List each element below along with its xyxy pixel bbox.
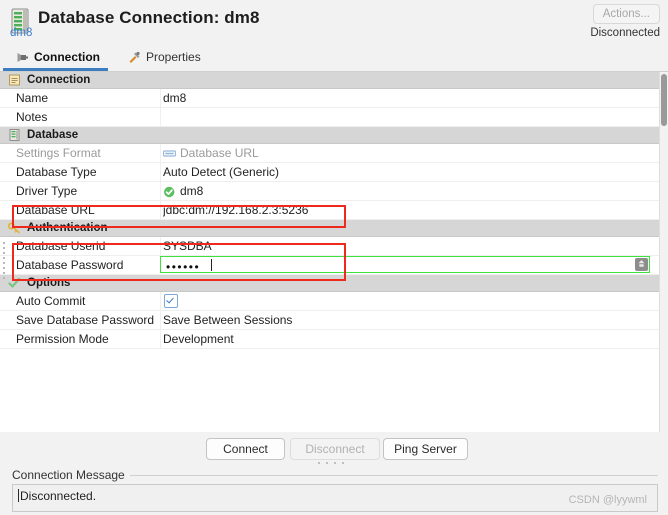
section-label: Connection bbox=[27, 74, 91, 86]
database-icon bbox=[8, 129, 21, 141]
password-reveal-button[interactable] bbox=[635, 258, 648, 271]
watermark: CSDN @lyywml bbox=[568, 494, 647, 506]
field-row-database-type[interactable]: Database Type Auto Detect (Generic) bbox=[0, 163, 668, 182]
tab-properties[interactable]: Properties bbox=[118, 44, 211, 70]
section-label: Database bbox=[27, 129, 79, 141]
tab-bar: Connection Properties bbox=[0, 44, 668, 72]
settings-format-value: Database URL bbox=[180, 146, 259, 160]
field-label: Driver Type bbox=[16, 184, 78, 198]
tab-properties-label: Properties bbox=[146, 50, 201, 64]
section-header-authentication[interactable]: Authentication bbox=[0, 220, 668, 237]
password-masked-value: •••••• bbox=[166, 260, 201, 274]
field-row-permission-mode[interactable]: Permission Mode Development bbox=[0, 330, 668, 349]
field-label: Auto Commit bbox=[16, 294, 86, 308]
plug-icon bbox=[16, 51, 29, 64]
name-value: dm8 bbox=[163, 91, 187, 105]
field-row-driver-type[interactable]: Driver Type dm8 bbox=[0, 182, 668, 201]
permission-mode-value: Development bbox=[163, 332, 234, 346]
field-label: Notes bbox=[16, 110, 48, 124]
field-row-settings-format[interactable]: Settings Format Database URL bbox=[0, 144, 668, 163]
database-url-value: jdbc:dm://192.168.2.3:5236 bbox=[163, 203, 309, 217]
save-database-password-value: Save Between Sessions bbox=[163, 313, 293, 327]
connection-message-text: Disconnected. bbox=[20, 489, 97, 503]
disconnect-button: Disconnect bbox=[290, 438, 380, 460]
database-userid-value: SYSDBA bbox=[163, 239, 212, 253]
grid-scrollbar-track[interactable] bbox=[659, 72, 668, 432]
field-row-name[interactable]: Name dm8 bbox=[0, 89, 668, 108]
field-value-cell[interactable] bbox=[160, 108, 650, 126]
actions-button[interactable]: Actions... bbox=[592, 4, 660, 24]
section-label: Authentication bbox=[27, 222, 108, 234]
action-button-row: Connect Disconnect Ping Server bbox=[0, 438, 650, 462]
database-password-input[interactable]: •••••• bbox=[160, 256, 650, 274]
text-caret bbox=[211, 259, 212, 271]
tab-connection-label: Connection bbox=[34, 50, 100, 64]
checkmark-icon bbox=[8, 277, 21, 289]
field-label: Database Password bbox=[16, 258, 124, 272]
field-label: Name bbox=[16, 91, 49, 105]
key-icon bbox=[7, 222, 21, 234]
field-label: Save Database Password bbox=[16, 313, 155, 327]
database-connection-panel: Database Connection: dm8 Actions... dm8 … bbox=[0, 0, 668, 515]
field-row-database-password[interactable]: Database Password •••••• bbox=[0, 256, 668, 275]
field-row-save-database-password[interactable]: Save Database Password Save Between Sess… bbox=[0, 311, 668, 330]
field-row-auto-commit[interactable]: Auto Commit bbox=[0, 292, 668, 311]
field-label: Settings Format bbox=[16, 146, 101, 160]
database-type-value: Auto Detect (Generic) bbox=[163, 165, 280, 179]
breadcrumb[interactable]: dm8 bbox=[10, 27, 32, 39]
grid-split-handle[interactable] bbox=[3, 242, 6, 282]
connection-message-box[interactable]: Disconnected. CSDN @lyywml bbox=[12, 484, 658, 512]
page-title: Database Connection: dm8 bbox=[38, 8, 260, 27]
section-label: Options bbox=[27, 277, 71, 289]
field-label: Database Type bbox=[16, 165, 97, 179]
green-check-icon bbox=[163, 185, 176, 198]
grid-scrollbar-thumb[interactable] bbox=[661, 74, 667, 126]
field-row-database-url[interactable]: Database URL jdbc:dm://192.168.2.3:5236 bbox=[0, 201, 668, 220]
section-header-connection[interactable]: Connection bbox=[0, 72, 668, 89]
status-badge: Disconnected bbox=[590, 27, 660, 39]
field-row-notes[interactable]: Notes bbox=[0, 108, 668, 127]
section-header-database[interactable]: Database bbox=[0, 127, 668, 144]
field-row-database-userid[interactable]: Database Userid SYSDBA bbox=[0, 237, 668, 256]
ping-server-button[interactable]: Ping Server bbox=[383, 438, 468, 460]
section-header-options[interactable]: Options bbox=[0, 275, 668, 292]
field-label: Permission Mode bbox=[16, 332, 109, 346]
auto-commit-checkbox[interactable] bbox=[164, 294, 178, 308]
connect-button[interactable]: Connect bbox=[206, 438, 285, 460]
note-icon bbox=[8, 74, 21, 86]
property-grid: Connection Name dm8 Notes Database Setti… bbox=[0, 72, 668, 432]
text-caret bbox=[18, 489, 19, 502]
field-value-cell[interactable] bbox=[160, 292, 650, 310]
connection-message-label: Connection Message bbox=[12, 468, 130, 482]
driver-type-value: dm8 bbox=[180, 184, 204, 198]
vertical-split-handle[interactable] bbox=[318, 462, 344, 466]
active-tab-indicator bbox=[3, 68, 108, 71]
tab-connection[interactable]: Connection bbox=[6, 44, 110, 70]
panel-header: Database Connection: dm8 Actions... dm8 … bbox=[0, 0, 668, 44]
tools-icon bbox=[128, 51, 141, 64]
field-label: Database URL bbox=[16, 203, 95, 217]
url-chip-icon bbox=[162, 147, 177, 159]
field-label: Database Userid bbox=[16, 239, 106, 253]
